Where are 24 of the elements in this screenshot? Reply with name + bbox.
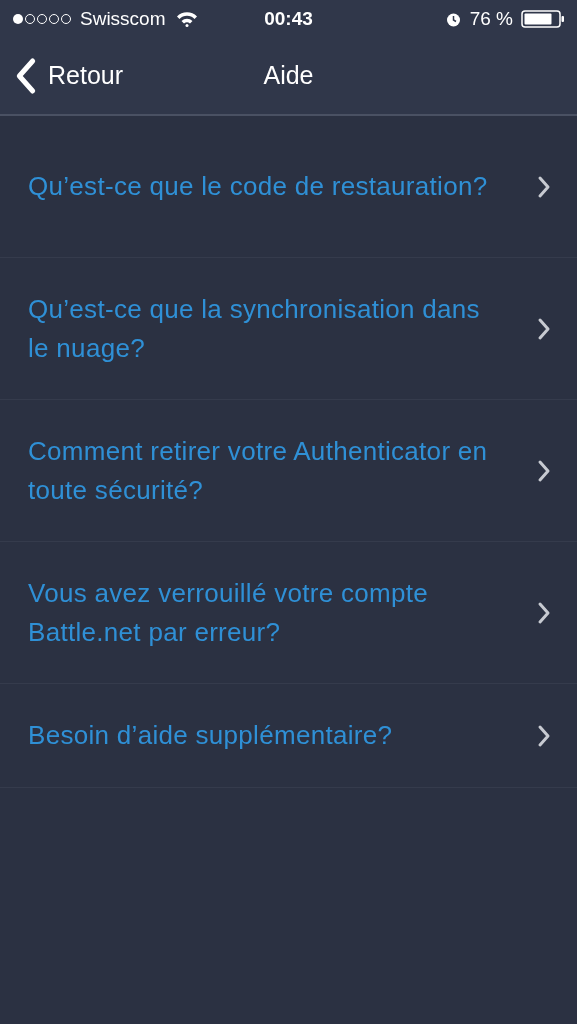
help-item[interactable]: Qu’est-ce que le code de restauration? bbox=[0, 116, 577, 258]
carrier-name: Swisscom bbox=[80, 6, 166, 31]
help-item[interactable]: Vous avez verrouillé votre compte Battle.net par erreur? bbox=[0, 542, 577, 684]
clock-time: 00:43 bbox=[264, 6, 313, 31]
chevron-right-icon bbox=[537, 316, 551, 341]
page-title: Aide bbox=[263, 60, 314, 92]
chevron-right-icon bbox=[537, 174, 551, 199]
help-item[interactable]: Besoin d’aide supplémentaire? bbox=[0, 684, 577, 788]
help-item-label: Vous avez verrouillé votre compte Battle.net par erreur? bbox=[28, 576, 430, 649]
chevron-right-icon bbox=[537, 723, 551, 748]
chevron-right-icon bbox=[537, 458, 551, 483]
chevron-right-icon bbox=[537, 600, 551, 625]
help-item-label: Qu’est-ce que le code de restauration? bbox=[28, 170, 489, 203]
help-item[interactable]: Comment retirer votre Authenticator en toute sécurité? bbox=[0, 400, 577, 542]
back-button[interactable]: Retour bbox=[14, 56, 124, 96]
help-item[interactable]: Qu’est-ce que la synchronisation dans le nuage? bbox=[0, 258, 577, 400]
back-chevron-icon bbox=[14, 56, 38, 96]
signal-icon bbox=[12, 13, 74, 25]
battery-icon bbox=[521, 10, 565, 28]
wifi-icon bbox=[175, 11, 198, 27]
help-item-label: Qu’est-ce que la synchronisation dans le nuage? bbox=[28, 292, 481, 365]
help-item-label: Comment retirer votre Authenticator en toute sécurité? bbox=[28, 434, 489, 507]
battery-percentage: 76 % bbox=[469, 6, 513, 31]
help-item-label: Besoin d’aide supplémentaire? bbox=[28, 719, 394, 752]
